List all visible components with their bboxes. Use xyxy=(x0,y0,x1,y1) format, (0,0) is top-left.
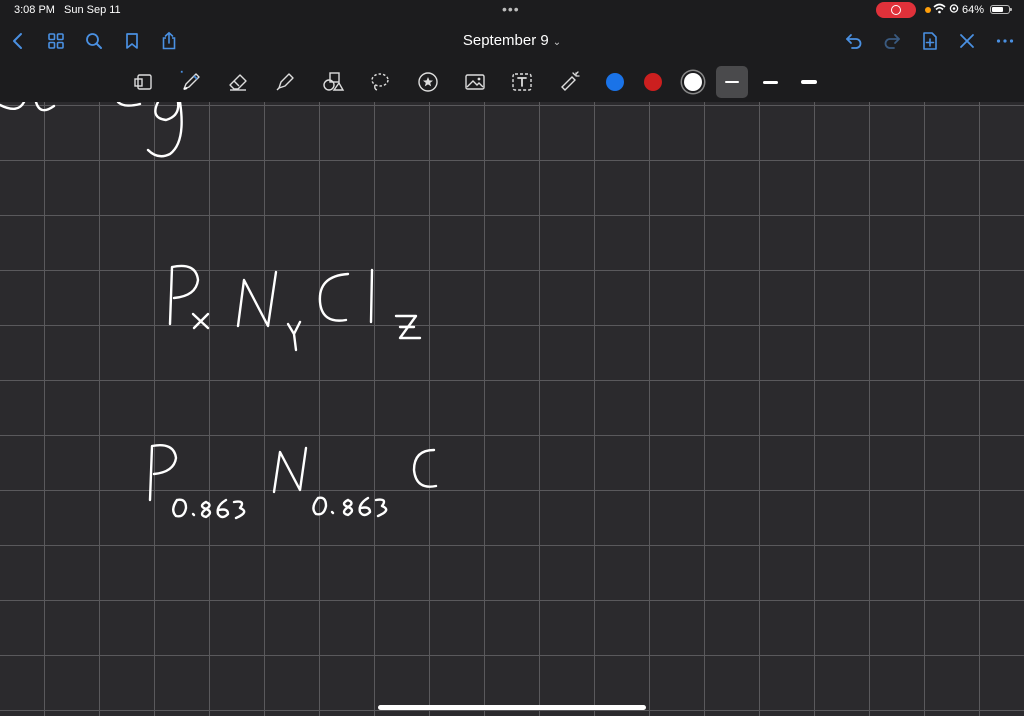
text-icon[interactable] xyxy=(507,67,537,97)
pen-icon[interactable] xyxy=(176,67,206,97)
handwriting-ink xyxy=(0,102,438,520)
ink-letter-N xyxy=(236,270,278,328)
ink-stroke-top-mid xyxy=(116,102,142,107)
battery-icon xyxy=(990,5,1012,14)
ink-letter-P-2 xyxy=(148,444,178,502)
ink-sub-three-2 xyxy=(374,498,388,518)
wifi-icon xyxy=(933,3,946,17)
ink-sub-six-1 xyxy=(216,498,230,519)
stroke-thin-icon xyxy=(725,81,739,83)
status-bar: 3:08 PM Sun Sep 11 ••• 64% xyxy=(0,0,1024,20)
ink-letter-C xyxy=(318,272,350,322)
mic-indicator-icon xyxy=(925,7,931,13)
add-page-icon[interactable] xyxy=(918,29,942,53)
chevron-down-icon: ⌄ xyxy=(552,37,562,48)
stroke-thick-button[interactable] xyxy=(801,80,817,84)
drawing-toolbar xyxy=(0,62,1024,103)
lasso-page-icon[interactable] xyxy=(129,67,159,97)
eraser-icon[interactable] xyxy=(223,67,253,97)
battery-percent: 64% xyxy=(962,4,985,16)
close-icon[interactable] xyxy=(955,29,979,53)
location-icon xyxy=(949,3,959,17)
ink-sub-eight-1 xyxy=(200,500,212,519)
ink-stroke-top-left-2 xyxy=(34,102,56,112)
ink-sub-six-2 xyxy=(358,496,372,517)
color-white-swatch[interactable] xyxy=(684,73,702,91)
navigation-bar: September 9 ⌄ xyxy=(0,20,1024,62)
ink-sub-eight-2 xyxy=(342,498,354,517)
ink-sub-z xyxy=(394,314,422,340)
color-red-swatch[interactable] xyxy=(644,73,662,91)
screen-recording-icon[interactable] xyxy=(876,2,916,18)
shapes-icon[interactable] xyxy=(318,67,348,97)
multitasking-dots-icon[interactable]: ••• xyxy=(502,1,520,17)
home-indicator[interactable] xyxy=(378,705,646,710)
document-title-text: September 9 xyxy=(462,32,549,49)
ink-stroke-top-left xyxy=(0,102,26,110)
ink-letter-l xyxy=(369,268,374,324)
image-icon[interactable] xyxy=(460,67,490,97)
status-date: Sun Sep 11 xyxy=(64,4,121,16)
stroke-thin-button[interactable] xyxy=(716,66,748,98)
ink-stroke-top-g xyxy=(146,102,183,158)
lasso-icon[interactable] xyxy=(365,67,395,97)
stroke-medium-button[interactable] xyxy=(763,81,778,84)
ink-sub-zero-2 xyxy=(312,496,328,516)
ink-sub-y xyxy=(286,320,302,352)
ink-sub-dot-2 xyxy=(330,510,335,515)
ink-sub-x xyxy=(191,312,210,330)
redo-icon[interactable] xyxy=(880,29,904,53)
notebook-canvas[interactable] xyxy=(0,102,1024,716)
more-icon[interactable] xyxy=(993,29,1017,53)
ink-sub-zero-1 xyxy=(172,498,188,518)
ink-sub-dot-1 xyxy=(191,512,196,517)
undo-icon[interactable] xyxy=(842,29,866,53)
ink-letter-N-2 xyxy=(272,446,308,494)
sticker-icon[interactable] xyxy=(413,67,443,97)
color-blue-swatch[interactable] xyxy=(606,73,624,91)
document-title[interactable]: September 9 ⌄ xyxy=(0,32,1024,49)
ink-letter-C-2 xyxy=(412,448,438,488)
ink-sub-three-1 xyxy=(232,500,246,520)
laser-pointer-icon[interactable] xyxy=(555,67,585,97)
status-time: 3:08 PM xyxy=(14,4,55,16)
highlighter-icon[interactable] xyxy=(270,67,300,97)
